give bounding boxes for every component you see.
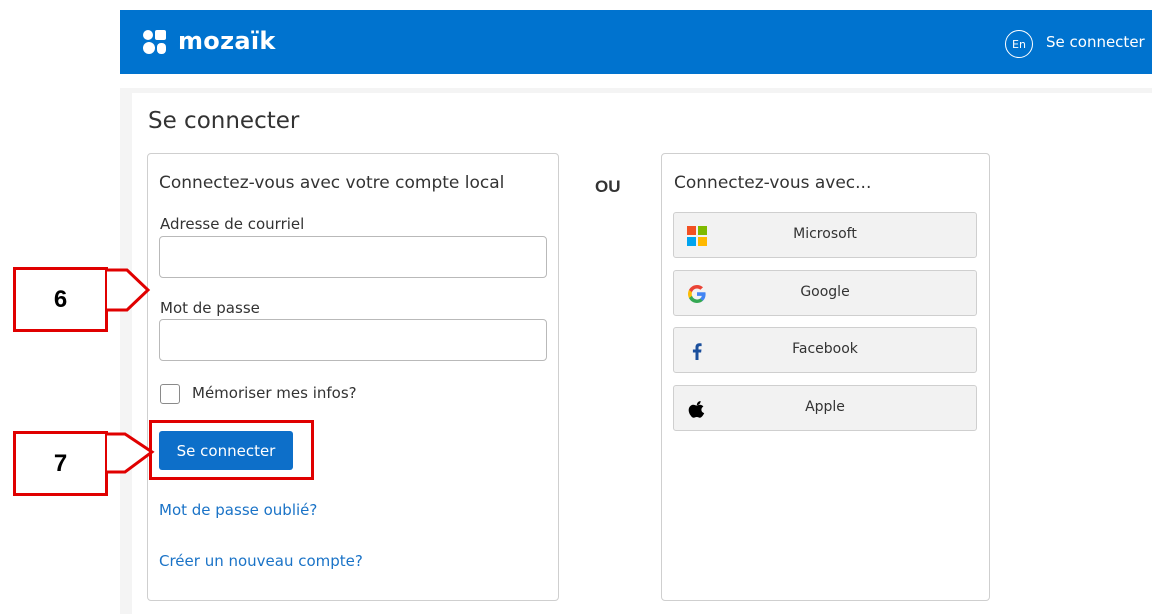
- forgot-password-link[interactable]: Mot de passe oublié?: [159, 501, 317, 519]
- or-separator: OU: [595, 177, 621, 196]
- annotation-step-7: 7: [13, 431, 108, 496]
- email-label: Adresse de courriel: [160, 215, 305, 233]
- remember-me-label[interactable]: Mémoriser mes infos?: [192, 384, 357, 402]
- create-account-link[interactable]: Créer un nouveau compte?: [159, 552, 363, 570]
- top-bar: mozaïk En Se connecter: [120, 10, 1152, 74]
- mozaik-logo-icon: [143, 30, 166, 54]
- google-label: Google: [800, 284, 850, 300]
- facebook-login-button[interactable]: Facebook: [673, 327, 977, 373]
- apple-label: Apple: [805, 399, 845, 415]
- microsoft-login-button[interactable]: Microsoft: [673, 212, 977, 258]
- screen: mozaïk En Se connecter Se connecter Conn…: [0, 0, 1152, 614]
- annotation-arrow-6-icon: [107, 268, 151, 312]
- signin-button-highlight: [149, 420, 314, 480]
- header-signin-link[interactable]: Se connecter: [1046, 33, 1145, 51]
- password-field[interactable]: [159, 319, 547, 361]
- apple-login-button[interactable]: Apple: [673, 385, 977, 431]
- language-toggle[interactable]: En: [1005, 30, 1033, 58]
- email-field[interactable]: [159, 236, 547, 278]
- local-login-heading: Connectez-vous avec votre compte local: [159, 173, 505, 193]
- google-login-button[interactable]: Google: [673, 270, 977, 316]
- remember-me-checkbox[interactable]: [160, 384, 180, 404]
- password-label: Mot de passe: [160, 299, 260, 317]
- facebook-label: Facebook: [792, 341, 858, 357]
- brand-logo[interactable]: mozaïk: [142, 26, 276, 56]
- social-login-heading: Connectez-vous avec...: [674, 173, 872, 193]
- annotation-step-6: 6: [13, 267, 108, 332]
- microsoft-label: Microsoft: [793, 226, 857, 242]
- annotation-arrow-7-icon: [107, 432, 155, 474]
- brand-name: mozaïk: [178, 27, 276, 55]
- page-title: Se connecter: [148, 108, 300, 134]
